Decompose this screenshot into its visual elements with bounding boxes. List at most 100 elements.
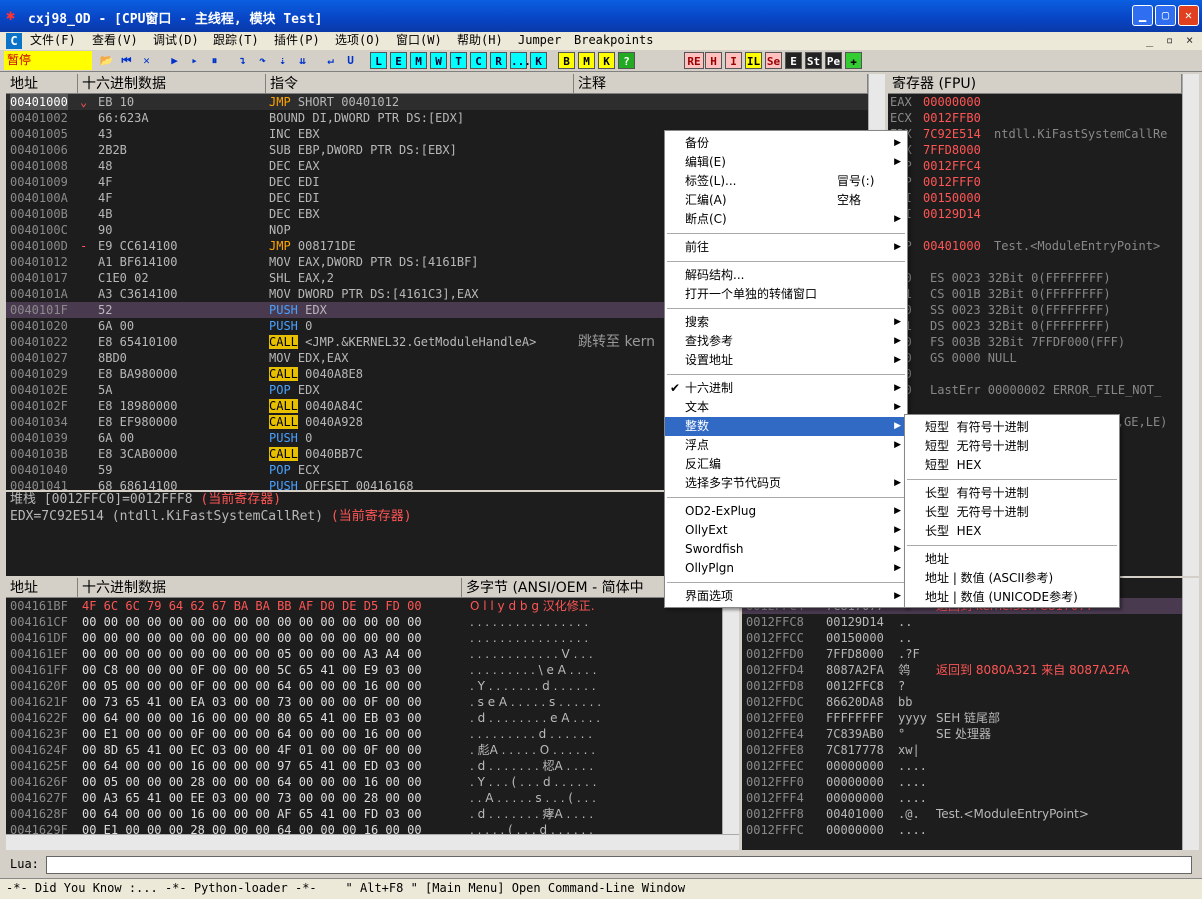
register-row[interactable]: EDI00129D14	[888, 206, 1182, 222]
toolbar-il-button[interactable]: IL	[745, 52, 762, 69]
trace-over-icon[interactable]: ⇊	[294, 52, 311, 69]
dump-row[interactable]: 0041620F 00 05 00 00 00 0F 00 00 00 64 00…	[6, 678, 722, 694]
minimize-button[interactable]: ▁	[1132, 5, 1153, 26]
toolbar-e-button[interactable]: E	[785, 52, 802, 69]
menu-view[interactable]: 查看(V)	[92, 32, 138, 50]
toolbar-re-button[interactable]: RE	[684, 52, 704, 69]
execute-till-return-icon[interactable]: ↵	[322, 52, 339, 69]
context-menu-item[interactable]: 文本 ▶	[665, 398, 907, 417]
disasm-row[interactable]: 00401000 ⌄ EB 10 JMP SHORT 00401012	[6, 94, 868, 110]
step-into-icon[interactable]: ↴	[234, 52, 251, 69]
context-menu-item[interactable]: 查找参考 ▶	[665, 332, 907, 351]
stack-row[interactable]: 0012FFE8 7C817778 xw|	[742, 742, 1182, 758]
register-row[interactable]: EBX7FFD8000	[888, 142, 1182, 158]
register-row[interactable]: A 0SS 0023 32Bit 0(FFFFFFFF)	[888, 302, 1182, 318]
open-icon[interactable]: 📂	[98, 52, 115, 69]
register-row[interactable]: S 0FS 003B 32Bit 7FFDF000(FFF)	[888, 334, 1182, 350]
close-file-icon[interactable]: ✕	[138, 52, 155, 69]
maximize-button[interactable]: ▢	[1155, 5, 1176, 26]
step-over-icon[interactable]: ↷	[254, 52, 271, 69]
toolbar-mem-bp-button[interactable]: M	[578, 52, 595, 69]
context-menu-item[interactable]: OllyPlgn ▶	[665, 559, 907, 578]
menu-plugins[interactable]: 插件(P)	[274, 32, 320, 50]
dump-scrollbar[interactable]	[722, 578, 739, 834]
dump-row[interactable]: 0041622F 00 64 00 00 00 16 00 00 00 80 65…	[6, 710, 722, 726]
dump-row[interactable]: 004161CF 00 00 00 00 00 00 00 00 00 00 00…	[6, 614, 722, 630]
toolbar-se-button[interactable]: Se	[765, 52, 782, 69]
step-run-icon[interactable]: ▸	[186, 52, 203, 69]
stack-pane[interactable]: 0012FFC47C817077返回到 kernel32.7C817077001…	[742, 578, 1182, 850]
register-row[interactable]: EBP0012FFF0	[888, 174, 1182, 190]
toolbar-hw-bp-button[interactable]: K	[598, 52, 615, 69]
dump-row[interactable]: 0041627F 00 A3 65 41 00 EE 03 00 00 73 00…	[6, 790, 722, 806]
context-menu-item[interactable]: 浮点 ▶	[665, 436, 907, 455]
context-menu-item[interactable]: 编辑(E) ▶	[665, 153, 907, 172]
register-row[interactable]: C 0ES 0023 32Bit 0(FFFFFFFF)	[888, 270, 1182, 286]
stack-row[interactable]: 0012FFD8 0012FFC8?	[742, 678, 1182, 694]
toolbar-windows-button[interactable]: W	[430, 52, 447, 69]
toolbar-pe-button[interactable]: Pe	[825, 52, 842, 69]
stack-row[interactable]: 0012FFF8 00401000 .@. Test.<ModuleEntryPoin…	[742, 806, 1182, 822]
stack-row[interactable]: 0012FFD4 8087A2FA 鸰 返回到 8080A321 来自 8087A2F…	[742, 662, 1182, 678]
context-menu-item[interactable]: 解码结构...	[665, 266, 907, 285]
submenu-item[interactable]: 地址 | 数值 (UNICODE参考)	[905, 588, 1119, 607]
toolbar-threads-button[interactable]: T	[450, 52, 467, 69]
dump-row[interactable]: 0041625F 00 64 00 00 00 16 00 00 00 97 65…	[6, 758, 722, 774]
context-menu-item[interactable]: 断点(C) ▶	[665, 210, 907, 229]
menu-jumper[interactable]: Jumper	[518, 32, 561, 50]
registers-scrollbar[interactable]	[1182, 74, 1199, 576]
dump-row[interactable]: 0041629F 00 E1 00 00 00 28 00 00 00 64 00…	[6, 822, 722, 834]
execute-till-user-icon[interactable]: U	[342, 52, 359, 69]
stack-scrollbar[interactable]	[1182, 578, 1199, 850]
lua-command-input[interactable]	[46, 856, 1192, 874]
close-button[interactable]: ✕	[1178, 5, 1199, 26]
disasm-col-instruction[interactable]: 指令	[266, 74, 574, 94]
register-row[interactable]: EDX7C92E514ntdll.KiFastSystemCallRe	[888, 126, 1182, 142]
stack-row[interactable]: 0012FFCC 00150000..	[742, 630, 1182, 646]
context-menu-item[interactable]: 备份 ▶	[665, 134, 907, 153]
toolbar-log-button[interactable]: L	[370, 52, 387, 69]
dump-row[interactable]: 0041621F 00 73 65 41 00 EA 03 00 00 73 00…	[6, 694, 722, 710]
context-menu-item[interactable]: 打开一个单独的转储窗口	[665, 285, 907, 304]
disasm-col-hex[interactable]: 十六进制数据	[78, 74, 266, 94]
register-row[interactable]: ECX 0012FFB0	[888, 110, 1182, 126]
register-row[interactable]: ESI00150000	[888, 190, 1182, 206]
stack-row[interactable]: 0012FFF0 00000000....	[742, 774, 1182, 790]
dump-row[interactable]: 0041628F 00 64 00 00 00 16 00 00 00 AF 65…	[6, 806, 722, 822]
stack-row[interactable]: 0012FFC8 00129D14..	[742, 614, 1182, 630]
register-row[interactable]: T 0GS 0000 NULL	[888, 350, 1182, 366]
rewind-icon[interactable]: ⏮	[118, 52, 135, 69]
pause-icon[interactable]: ⏸	[206, 52, 223, 69]
toolbar-cpu-button[interactable]: C	[470, 52, 487, 69]
register-row[interactable]: D 0	[888, 366, 1182, 382]
submenu-item[interactable]: 长型 无符号十进制	[905, 503, 1119, 522]
submenu-item[interactable]: 短型 HEX	[905, 456, 1119, 475]
stack-row[interactable]: 0012FFE4 7C839AB0 ° SE 处理器	[742, 726, 1182, 742]
dump-hscrollbar[interactable]	[6, 834, 739, 850]
menu-breakpoints[interactable]: Breakpoints	[574, 32, 653, 50]
toolbar-breakpoints-button[interactable]: B	[558, 52, 575, 69]
context-menu-item[interactable]: OllyExt ▶	[665, 521, 907, 540]
menu-file[interactable]: 文件(F)	[30, 32, 76, 50]
register-row[interactable]: EAX 00000000	[888, 94, 1182, 110]
register-row[interactable]: P 1CS 001B 32Bit 0(FFFFFFFF)	[888, 286, 1182, 302]
menu-help[interactable]: 帮助(H)	[457, 32, 503, 50]
context-menu-item[interactable]: 标签(L)... 冒号(:)	[665, 172, 907, 191]
dump-col-address[interactable]: 地址	[6, 578, 78, 598]
dump-row[interactable]: 004161DF 00 00 00 00 00 00 00 00 00 00 00…	[6, 630, 722, 646]
disasm-row[interactable]: 00401002 66:623A BOUND DI,DWORD PTR DS:[ED…	[6, 110, 868, 126]
menu-debug[interactable]: 调试(D)	[153, 32, 199, 50]
register-row[interactable]: EIP00401000Test.<ModuleEntryPoint>	[888, 238, 1182, 254]
register-row[interactable]: Z 1DS 0023 32Bit 0(FFFFFFFF)	[888, 318, 1182, 334]
submenu-item[interactable]: 地址	[905, 550, 1119, 569]
dump-row[interactable]: 004161BF 4F 6C 6C 79 64 62 67 BA BA BB AF…	[6, 598, 722, 614]
run-icon[interactable]: ▶	[166, 52, 183, 69]
menu-window[interactable]: 窗口(W)	[396, 32, 442, 50]
dump-row[interactable]: 0041623F 00 E1 00 00 00 0F 00 00 00 64 00…	[6, 726, 722, 742]
submenu-item[interactable]: 短型 有符号十进制	[905, 418, 1119, 437]
register-row[interactable]: O 0LastErr 00000002 ERROR_FILE_NOT_	[888, 382, 1182, 398]
context-menu-item[interactable]: 前往 ▶	[665, 238, 907, 257]
toolbar-memory-button[interactable]: M	[410, 52, 427, 69]
stack-row[interactable]: 0012FFD0 7FFD8000 .?F	[742, 646, 1182, 662]
toolbar-patches-button[interactable]: R	[490, 52, 507, 69]
